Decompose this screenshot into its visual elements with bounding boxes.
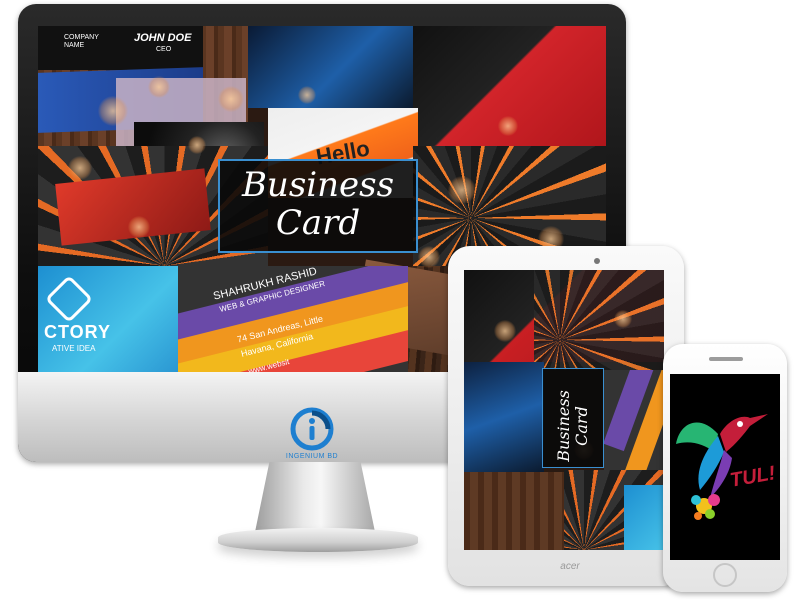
dark-business-card: COMPANY NAME JOHN DOE CEO [38,26,203,70]
blue-stripe-card-tile [248,26,413,108]
bokeh-light [494,320,516,342]
ingenium-logo-text: INGENIUM BD [285,453,339,460]
factory-sub-text: ATIVE IDEA [52,344,96,353]
hexagon-logo-icon [44,274,94,324]
tablet-camera [594,258,600,264]
phone-speaker [709,357,743,361]
bokeh-light [498,116,518,136]
phone-home-button[interactable] [713,563,737,587]
tablet-screen: Business Card [464,270,664,550]
bokeh-light [448,176,476,204]
bokeh-light [218,86,244,112]
title-business-text: Business [241,165,395,205]
cyan-factory-card-tile: CTORY ATIVE IDEA [38,266,178,374]
tablet-stripe-tile [604,370,664,480]
phone-screen: TUL! [670,374,780,560]
monitor-stand-base [218,528,418,552]
bokeh-light [188,136,206,154]
bokeh-light [68,156,92,180]
acer-brand-label: acer [560,561,580,572]
bokeh-light [418,246,440,268]
bokeh-light [128,216,150,238]
tablet-blue-card-tile [464,362,544,472]
john-doe-text: JOHN DOE [134,32,192,44]
tablet-radial-tile [534,270,664,370]
tablet-title-box: Business Card [542,368,604,468]
bokeh-light [298,86,316,104]
factory-text: CTORY [44,322,112,342]
tablet-title-card-text: Card [572,406,591,446]
title-card-text: Card [275,203,361,243]
ceo-text: CEO [156,46,172,53]
ingenium-logo-icon [289,407,335,453]
bokeh-light [148,76,170,98]
bokeh-light [98,96,128,126]
tablet-title-business-text: Business [554,390,573,462]
bokeh-light [614,310,632,328]
colored-stripe-cards: SHAHRUKH RASHID WEB & GRAPHIC DESIGNER 7… [178,266,408,374]
monitor-stand-neck [255,462,375,532]
tablet-cyan-tile [624,485,664,550]
company-name-text: COMPANY NAME [64,34,99,49]
business-card-title-box: Business Card [218,159,418,253]
